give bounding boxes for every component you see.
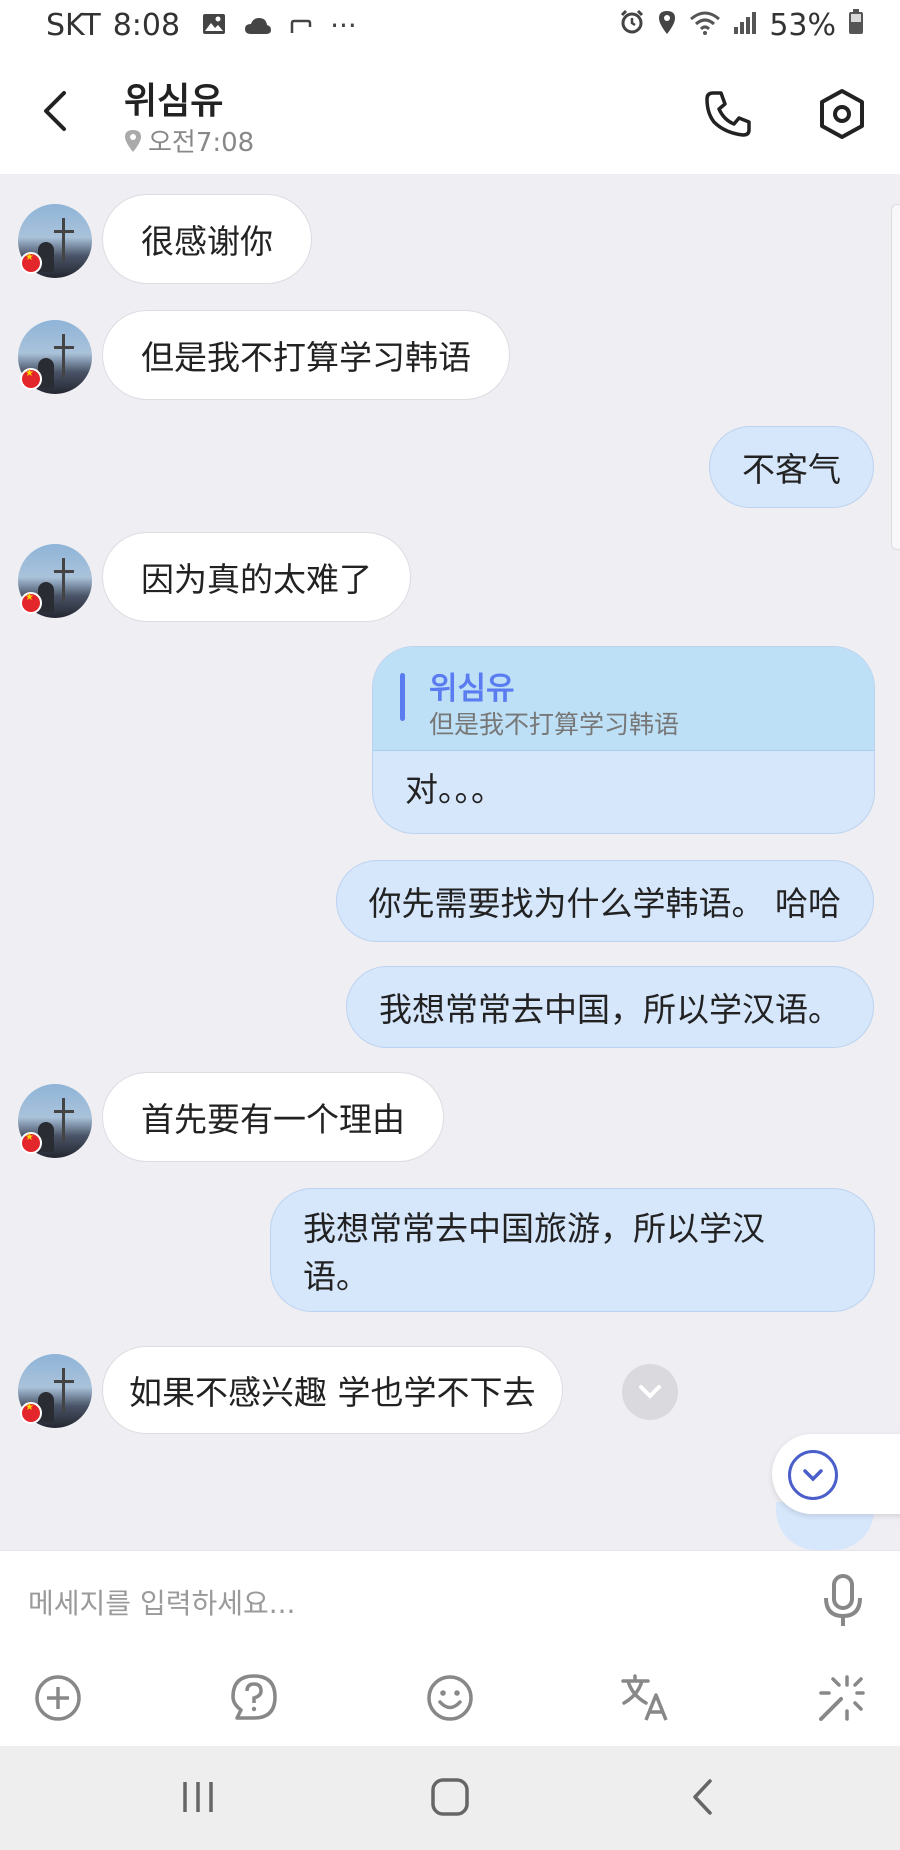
settings-hexagon-icon: [820, 89, 864, 139]
chat-header: 위심유 오전7:08: [0, 56, 900, 174]
call-button[interactable]: [698, 84, 758, 144]
help-icon: [231, 1674, 277, 1720]
scroll-to-bottom-button[interactable]: [788, 1450, 838, 1500]
incoming-message[interactable]: 但是我不打算学习韩语: [102, 310, 510, 400]
chat-toolbar: [0, 1650, 900, 1746]
battery-icon: [848, 8, 864, 43]
message-input-bar: [0, 1550, 900, 1650]
back-button[interactable]: [30, 86, 80, 136]
carrier-label: SKT: [46, 8, 101, 43]
message-input[interactable]: [28, 1575, 788, 1631]
outgoing-message[interactable]: 不客气: [709, 426, 874, 508]
scroll-handle[interactable]: [891, 204, 900, 550]
battery-percent: 53%: [769, 8, 836, 43]
quoted-message[interactable]: 위심유 但是我不打算学习韩语: [373, 647, 874, 751]
local-time-label: 오전7:08: [148, 128, 255, 158]
outgoing-message[interactable]: 我想常常去中国旅游，所以学汉 语。: [270, 1188, 875, 1312]
quoted-message-text: 但是我不打算学习韩语: [429, 710, 680, 739]
settings-button[interactable]: [812, 84, 872, 144]
chevron-down-icon: [639, 1385, 661, 1399]
system-navigation-bar: [0, 1746, 900, 1850]
china-flag-icon: [20, 252, 42, 274]
message-line: 我想常常去中国旅游，所以学汉: [303, 1209, 765, 1248]
status-left: SKT 8:08 ···: [46, 8, 357, 43]
effects-button[interactable]: [812, 1668, 872, 1728]
translate-button[interactable]: [616, 1668, 676, 1728]
emoji-icon: [427, 1675, 473, 1721]
contact-name[interactable]: 위심유: [124, 72, 223, 124]
translate-icon: [621, 1674, 668, 1721]
more-notifications-icon: ···: [330, 9, 357, 42]
gallery-notification-icon: [202, 8, 226, 43]
chevron-down-icon: [803, 1469, 823, 1482]
incoming-message[interactable]: 很感谢你: [102, 194, 312, 284]
notification-icon: [290, 8, 312, 43]
china-flag-icon: [20, 1402, 42, 1424]
china-flag-icon: [20, 1132, 42, 1154]
incoming-message[interactable]: 如果不感兴趣 学也学不下去: [102, 1346, 563, 1434]
status-right: 53%: [619, 8, 864, 43]
reply-message-text: 对。。。: [405, 770, 504, 809]
nav-back-button[interactable]: [672, 1772, 732, 1822]
message-options-button[interactable]: [622, 1364, 678, 1420]
china-flag-icon: [20, 368, 42, 390]
message-line: 语。: [303, 1257, 369, 1296]
back-icon: [693, 1779, 712, 1815]
chat-message-list[interactable]: 很感谢你 但是我不打算学习韩语 不客气 因为真的太难了 위심유 但是我不打算学习…: [0, 174, 900, 1550]
recent-apps-icon: [183, 1782, 213, 1812]
microphone-icon: [824, 1574, 862, 1626]
china-flag-icon: [20, 592, 42, 614]
add-icon: [35, 1675, 81, 1721]
clock-label: 8:08: [112, 8, 181, 43]
location-pin-icon: [125, 129, 141, 152]
wifi-icon: [689, 8, 721, 43]
outgoing-message[interactable]: 你先需要找为什么学韩语。 哈哈: [335, 860, 874, 942]
recent-apps-button[interactable]: [168, 1772, 228, 1822]
location-icon: [657, 8, 677, 43]
status-bar: SKT 8:08 ··· 53%: [0, 0, 900, 56]
quoted-sender-name: 위심유: [429, 671, 515, 707]
chevron-left-icon: [44, 91, 66, 131]
cloud-notification-icon: [244, 8, 272, 43]
outgoing-reply-message[interactable]: 위심유 但是我不打算学习韩语 对。。。: [372, 646, 875, 834]
voice-input-button[interactable]: [818, 1571, 868, 1631]
home-button[interactable]: [420, 1772, 480, 1822]
outgoing-message[interactable]: 我想常常去中国，所以学汉语。: [346, 966, 874, 1048]
phone-icon: [705, 91, 751, 137]
scroll-to-bottom-panel[interactable]: [772, 1434, 900, 1514]
home-icon: [431, 1778, 469, 1816]
incoming-message[interactable]: 因为真的太难了: [102, 532, 411, 622]
signal-icon: [733, 8, 757, 43]
contact-local-time: 오전7:08: [124, 122, 254, 159]
emoji-button[interactable]: [420, 1668, 480, 1728]
magic-wand-icon: [819, 1675, 865, 1721]
attach-button[interactable]: [28, 1668, 88, 1728]
question-button[interactable]: [224, 1668, 284, 1728]
alarm-icon: [619, 8, 645, 43]
incoming-message[interactable]: 首先要有一个理由: [102, 1072, 444, 1162]
quote-bar: [400, 673, 405, 721]
